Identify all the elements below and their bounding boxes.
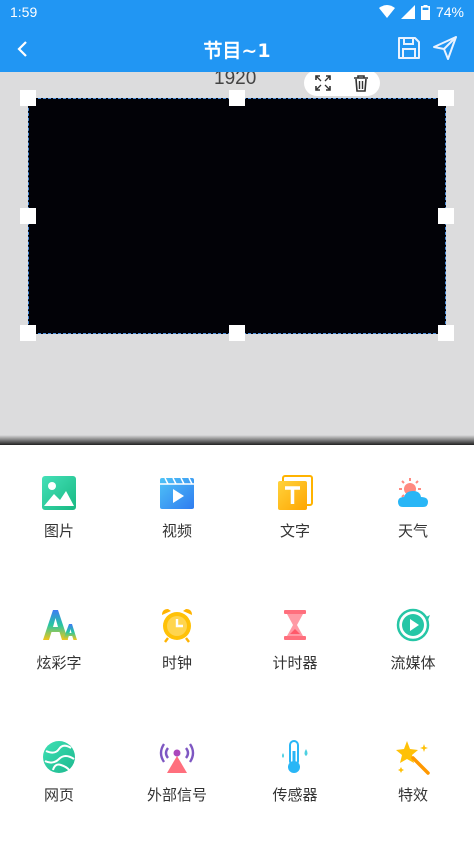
resize-handle-top-left[interactable] bbox=[20, 90, 36, 106]
resize-handle-top-right[interactable] bbox=[438, 90, 454, 106]
widget-timer[interactable]: 计时器 bbox=[236, 577, 354, 687]
text-icon bbox=[278, 475, 313, 510]
widget-video[interactable]: 视频 bbox=[118, 445, 236, 555]
weather-icon bbox=[398, 478, 428, 507]
battery-level: 74% bbox=[435, 4, 464, 20]
widget-streaming[interactable]: 流媒体 bbox=[354, 577, 472, 687]
trash-icon bbox=[354, 74, 368, 92]
widget-weather[interactable]: 天气 bbox=[354, 445, 472, 555]
effects-icon bbox=[396, 741, 430, 775]
send-icon bbox=[433, 36, 457, 60]
canvas-actions bbox=[304, 72, 380, 96]
widget-label: 时钟 bbox=[161, 654, 192, 672]
resize-handle-right[interactable] bbox=[438, 208, 454, 224]
clock-icon bbox=[162, 609, 192, 643]
colorful-text-icon bbox=[43, 610, 77, 640]
resize-handle-bottom[interactable] bbox=[229, 325, 245, 341]
widget-label: 流媒体 bbox=[390, 654, 436, 672]
widget-panel: 图片 视频 文字 天气 炫彩字 时钟 计时器 流媒体 网页 外部信号 传感器 特… bbox=[0, 445, 474, 843]
widget-label: 文字 bbox=[279, 522, 310, 540]
status-bar: 1:59 74% bbox=[0, 0, 474, 26]
back-arrow-icon bbox=[17, 41, 27, 57]
widget-image[interactable]: 图片 bbox=[0, 445, 118, 555]
widget-label: 网页 bbox=[43, 786, 74, 804]
fullscreen-icon bbox=[315, 75, 331, 91]
widget-label: 天气 bbox=[397, 522, 428, 540]
fullscreen-button[interactable] bbox=[310, 72, 336, 96]
toolbar: 节目~1 bbox=[0, 26, 474, 72]
resize-handle-bottom-left[interactable] bbox=[20, 325, 36, 341]
back-button[interactable] bbox=[8, 35, 36, 63]
status-time: 1:59 bbox=[10, 4, 38, 20]
widget-colorful-text[interactable]: 炫彩字 bbox=[0, 577, 118, 687]
widget-label: 特效 bbox=[397, 786, 428, 804]
widget-text[interactable]: 文字 bbox=[236, 445, 354, 555]
widget-external-signal[interactable]: 外部信号 bbox=[118, 709, 236, 819]
wifi-icon bbox=[378, 5, 395, 18]
video-icon bbox=[160, 477, 194, 509]
save-button[interactable] bbox=[396, 35, 424, 63]
widget-label: 视频 bbox=[161, 522, 192, 540]
save-icon bbox=[398, 37, 420, 59]
delete-button[interactable] bbox=[348, 72, 374, 96]
battery-icon bbox=[420, 4, 430, 20]
image-icon bbox=[42, 476, 76, 510]
widget-label: 计时器 bbox=[272, 654, 318, 672]
program-canvas[interactable]: 1920 1080 bbox=[0, 72, 474, 445]
widget-label: 炫彩字 bbox=[36, 654, 82, 672]
streaming-icon bbox=[396, 608, 430, 642]
publish-button[interactable] bbox=[432, 35, 460, 63]
webpage-icon bbox=[43, 741, 75, 773]
resize-handle-top[interactable] bbox=[229, 90, 245, 106]
widget-label: 图片 bbox=[43, 522, 74, 540]
widget-clock[interactable]: 时钟 bbox=[118, 577, 236, 687]
widget-sensor[interactable]: 传感器 bbox=[236, 709, 354, 819]
widget-webpage[interactable]: 网页 bbox=[0, 709, 118, 819]
timer-icon bbox=[284, 610, 306, 640]
resize-handle-left[interactable] bbox=[20, 208, 36, 224]
sensor-icon bbox=[282, 740, 308, 773]
width-label: 1920 bbox=[214, 72, 257, 89]
widget-label: 传感器 bbox=[272, 786, 318, 804]
screen-area[interactable] bbox=[28, 98, 446, 334]
resize-handle-bottom-right[interactable] bbox=[438, 325, 454, 341]
external-signal-icon bbox=[159, 743, 195, 773]
widget-label: 外部信号 bbox=[146, 786, 207, 804]
signal-icon bbox=[400, 5, 415, 19]
widget-effects[interactable]: 特效 bbox=[354, 709, 472, 819]
status-icons: 74% bbox=[378, 4, 464, 20]
